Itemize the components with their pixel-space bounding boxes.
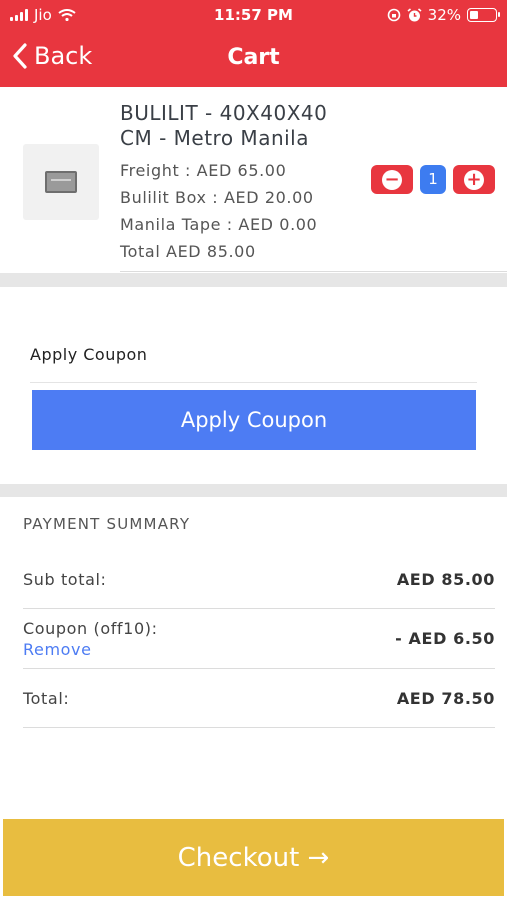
quantity-stepper: − 1 + — [371, 165, 495, 194]
alarm-icon — [407, 7, 422, 21]
apply-coupon-button[interactable]: Apply Coupon — [32, 390, 476, 450]
total-row: Total: AED 78.50 — [23, 689, 495, 708]
battery-level — [470, 11, 478, 19]
summary-divider — [23, 668, 495, 669]
status-bar: Jio 11:57 PM 32% — [0, 0, 507, 30]
coupon-discount-value: - AED 6.50 — [395, 629, 495, 648]
subtotal-value: AED 85.00 — [396, 570, 495, 589]
top-bar: Jio 11:57 PM 32% Back Cart — [0, 0, 507, 87]
subtotal-row: Sub total: AED 85.00 — [23, 570, 495, 589]
cart-item: BULILIT - 40X40X40 CM - Metro Manila Fre… — [0, 87, 507, 273]
summary-divider — [23, 608, 495, 609]
item-total-line: Total AED 85.00 — [120, 242, 256, 261]
product-name: BULILIT - 40X40X40 CM - Metro Manila — [120, 101, 328, 150]
tape-line: Manila Tape : AED 0.00 — [120, 215, 318, 234]
minus-icon: − — [382, 169, 402, 190]
summary-divider — [23, 727, 495, 728]
payment-summary-title: PAYMENT SUMMARY — [23, 515, 191, 533]
coupon-input-line[interactable] — [30, 382, 477, 383]
section-separator — [0, 484, 507, 497]
coupon-row: Coupon (off10): Remove - AED 6.50 — [23, 619, 495, 659]
box-icon — [45, 171, 77, 193]
cart-item-info: BULILIT - 40X40X40 CM - Metro Manila Fre… — [120, 101, 365, 265]
total-label: Total: — [23, 689, 70, 708]
status-right: 32% — [387, 6, 500, 24]
battery-icon — [467, 8, 500, 22]
rotation-lock-icon — [387, 8, 400, 22]
section-separator — [0, 273, 507, 287]
increment-button[interactable]: + — [453, 165, 495, 194]
plus-icon: + — [464, 169, 484, 190]
checkout-button[interactable]: Checkout → — [3, 819, 504, 896]
total-value: AED 78.50 — [396, 689, 495, 708]
product-thumbnail — [23, 144, 99, 220]
box-line: Bulilit Box : AED 20.00 — [120, 188, 314, 207]
coupon-code-label: Coupon (off10): — [23, 619, 158, 638]
quantity-value[interactable]: 1 — [420, 165, 446, 194]
subtotal-label: Sub total: — [23, 570, 107, 589]
freight-line: Freight : AED 65.00 — [120, 161, 287, 180]
item-divider — [120, 271, 507, 272]
coupon-section-label: Apply Coupon — [30, 345, 148, 364]
page-title: Cart — [227, 45, 280, 70]
battery-percent: 32% — [427, 6, 461, 24]
decrement-button[interactable]: − — [371, 165, 413, 194]
